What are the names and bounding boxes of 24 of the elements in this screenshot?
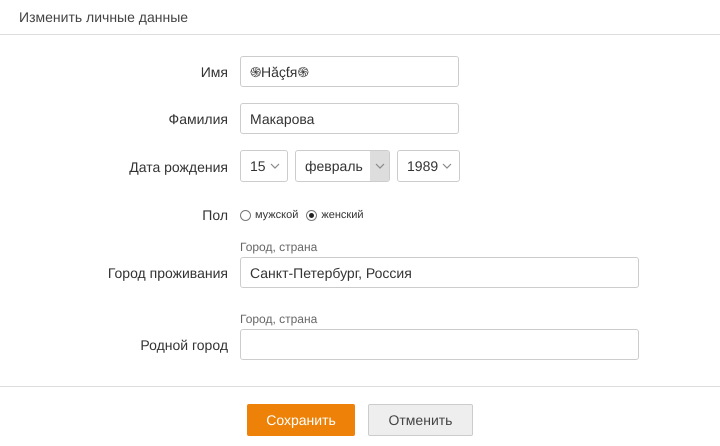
field-label: Имя — [200, 63, 229, 82]
input-field[interactable]: Макарова — [240, 103, 459, 134]
chevron-down-icon — [442, 163, 452, 169]
radio-option[interactable]: женский — [306, 209, 364, 221]
field-label: Дата рождения — [128, 158, 229, 177]
radio-option[interactable]: мужской — [240, 209, 298, 221]
field-label: Пол — [201, 206, 229, 225]
chevron-down-icon — [374, 163, 384, 169]
input-field[interactable]: Санкт-Петербург, Россия — [240, 257, 639, 288]
input-field[interactable]: ֍Hăçƭя֍ — [240, 56, 459, 87]
month-select[interactable]: февраль — [295, 150, 390, 182]
day-select[interactable]: 15 — [240, 150, 288, 182]
cancel-button[interactable]: Отменить — [368, 404, 473, 436]
field-label: Родной город — [139, 336, 229, 355]
field-hint: Город, страна — [240, 240, 318, 254]
radio-button[interactable] — [306, 210, 318, 220]
input-field[interactable] — [240, 329, 639, 360]
radio-button[interactable] — [240, 210, 251, 220]
chevron-down-icon — [270, 163, 280, 169]
field-label: Город проживания — [106, 264, 229, 283]
dialog-title: Изменить личные данные — [19, 9, 188, 25]
field-hint: Город, страна — [240, 312, 318, 326]
field-label: Фамилия — [168, 110, 229, 129]
year-select[interactable]: 1989 — [397, 150, 460, 182]
